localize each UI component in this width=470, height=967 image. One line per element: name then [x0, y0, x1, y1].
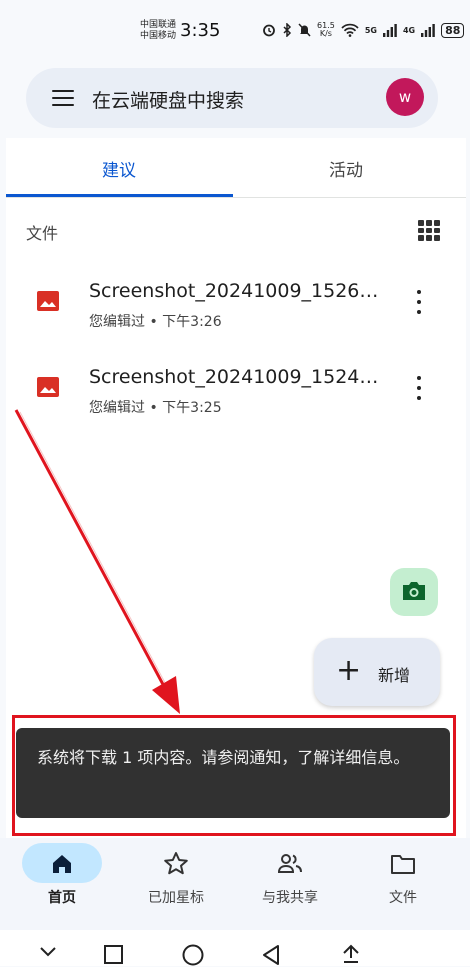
signal-bars-icon — [421, 23, 435, 37]
nav-label-starred: 已加星标 — [148, 890, 204, 906]
shared-people-icon — [277, 854, 302, 873]
pull-up-icon[interactable] — [340, 942, 362, 964]
chevron-down-icon[interactable] — [38, 944, 58, 958]
signal-bars-icon — [382, 23, 397, 37]
tab-activity[interactable]: 活动 — [329, 156, 363, 181]
file-name: Screenshot_20241009_15241… — [89, 366, 389, 388]
section-title: 文件 — [26, 224, 59, 243]
new-button-label: 新增 — [378, 666, 411, 685]
star-icon — [164, 852, 188, 875]
recent-apps-icon[interactable] — [103, 944, 125, 966]
alarm-icon — [263, 24, 275, 37]
image-file-icon — [37, 291, 59, 311]
file-meta: 您编辑过 • 下午3:26 — [89, 314, 222, 330]
status-time: 3:35 — [180, 20, 221, 41]
image-file-icon — [37, 377, 59, 397]
more-options-icon[interactable] — [414, 376, 424, 400]
nav-label-files: 文件 — [389, 890, 417, 906]
back-icon[interactable] — [260, 943, 282, 967]
avatar[interactable]: w — [386, 78, 424, 116]
net-speed: 61.5 K/s — [317, 21, 335, 38]
file-meta: 您编辑过 • 下午3:25 — [89, 400, 222, 416]
signal-5g-label: 5G — [364, 25, 377, 35]
tab-suggested[interactable]: 建议 — [102, 156, 136, 181]
folder-icon — [391, 855, 415, 874]
system-nav-bar — [0, 930, 470, 966]
camera-fab[interactable] — [390, 568, 438, 616]
tab-divider — [6, 197, 466, 198]
plus-icon: + — [336, 653, 362, 688]
more-options-icon[interactable] — [414, 290, 424, 314]
battery-indicator: 88 — [441, 22, 465, 38]
new-button[interactable] — [314, 638, 440, 706]
highlight-box — [12, 715, 456, 836]
home-circle-icon[interactable] — [181, 943, 205, 967]
status-bar: 中国联通 中国移动 3:35 61.5 K/s 5G 4G 88 — [0, 0, 470, 64]
mute-bell-icon — [298, 23, 311, 37]
wifi-icon — [341, 23, 359, 37]
nav-label-home: 首页 — [48, 890, 76, 906]
status-icons: 61.5 K/s 5G 4G 88 — [262, 21, 465, 38]
menu-icon[interactable] — [52, 90, 74, 106]
home-icon — [53, 855, 71, 873]
grid-view-icon[interactable] — [418, 220, 440, 241]
file-name: Screenshot_20241009_15260… — [89, 280, 389, 302]
carrier-info: 中国联通 中国移动 — [140, 20, 177, 41]
bluetooth-icon — [283, 23, 292, 37]
nav-label-shared: 与我共享 — [262, 890, 318, 906]
signal-4g-label: 4G — [402, 25, 416, 35]
camera-icon — [403, 582, 425, 600]
search-input[interactable]: 在云端硬盘中搜索 — [92, 86, 244, 113]
